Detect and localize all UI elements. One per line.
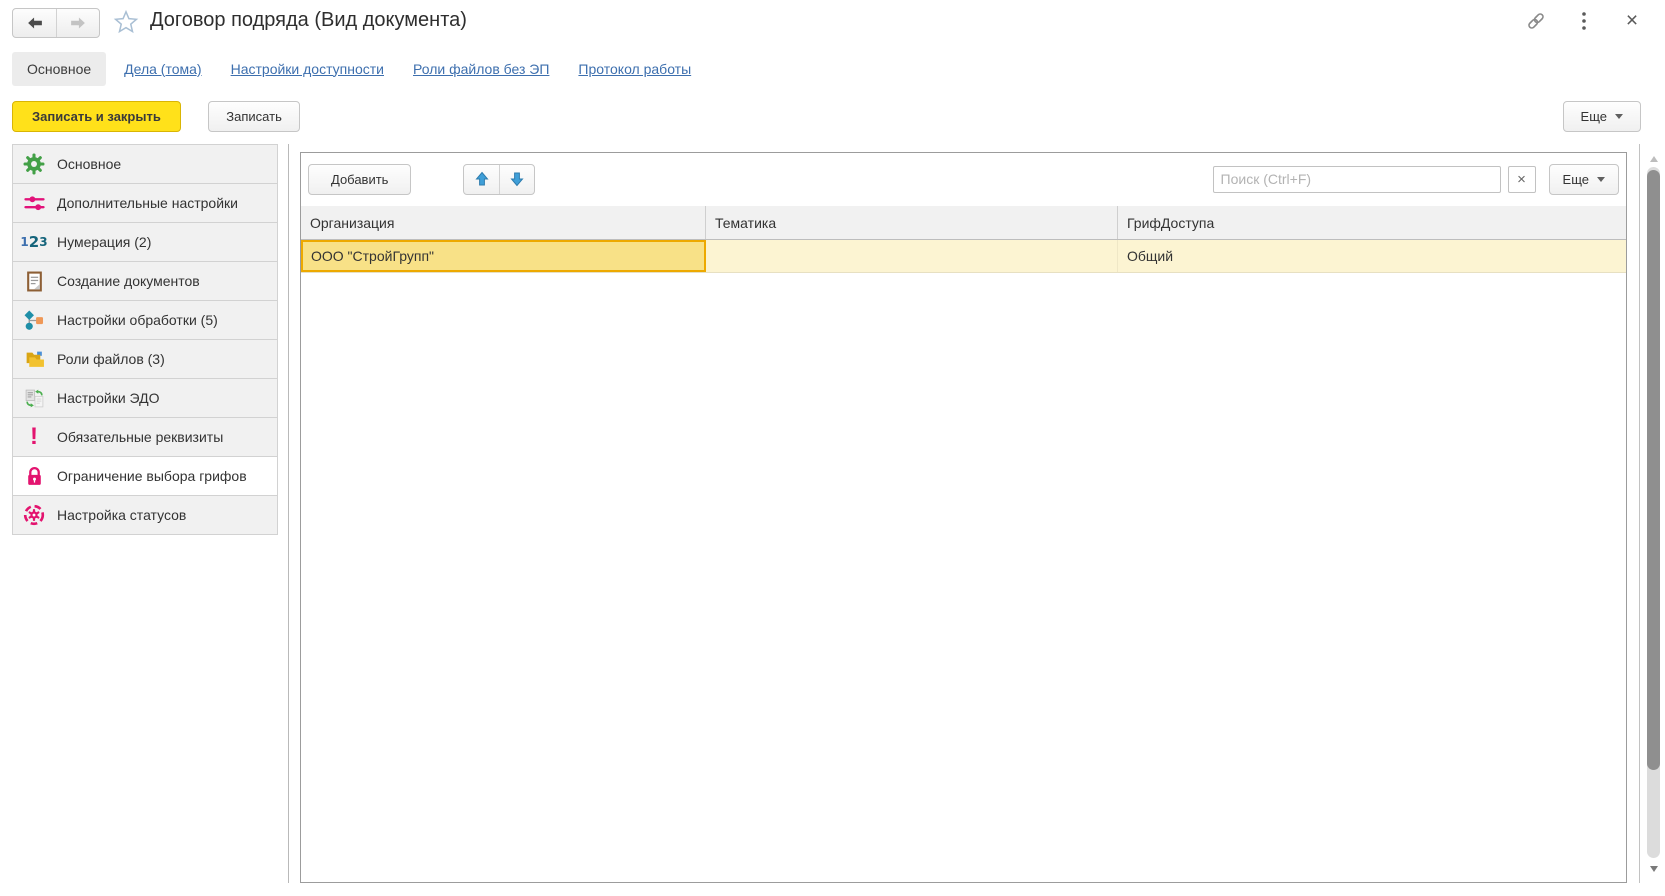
- exclamation-icon: !: [22, 425, 46, 449]
- column-header-organization[interactable]: Организация: [301, 206, 706, 239]
- sidebar-item-label: Настройки ЭДО: [57, 390, 160, 406]
- sidebar-item-label: Дополнительные настройки: [57, 195, 238, 211]
- window-titlebar: Договор подряда (Вид документа) ×: [0, 0, 1665, 46]
- chevron-down-icon: [1615, 114, 1623, 119]
- scrollbar-up-arrow[interactable]: [1650, 156, 1658, 162]
- sidebar-item-label: Нумерация (2): [57, 234, 151, 250]
- sidebar-item-label: Обязательные реквизиты: [57, 429, 223, 445]
- table-toolbar: Добавить × Еще: [301, 153, 1626, 205]
- scrollbar-down-arrow[interactable]: [1650, 866, 1658, 872]
- sidebar-content-divider: [288, 144, 289, 883]
- tab-link-cases[interactable]: Дела (тома): [124, 61, 201, 77]
- folders-icon: [22, 347, 46, 371]
- sidebar-item-label: Создание документов: [57, 273, 200, 289]
- arrow-down-icon: [509, 171, 525, 187]
- sidebar-item-label: Ограничение выбора грифов: [57, 468, 247, 484]
- page-title: Договор подряда (Вид документа): [150, 9, 467, 32]
- sidebar-item-processing-settings[interactable]: Настройки обработки (5): [12, 300, 278, 340]
- back-button[interactable]: [13, 9, 56, 37]
- arrow-up-icon: [474, 171, 490, 187]
- column-header-grif[interactable]: ГрифДоступа: [1118, 206, 1626, 239]
- sidebar-item-required-attributes[interactable]: ! Обязательные реквизиты: [12, 417, 278, 457]
- search-input[interactable]: [1213, 166, 1501, 193]
- kebab-menu-icon[interactable]: [1573, 10, 1595, 32]
- history-nav-group: [12, 8, 100, 38]
- move-down-button[interactable]: [499, 165, 534, 194]
- lock-icon: [22, 464, 46, 488]
- forward-button[interactable]: [56, 9, 99, 37]
- sidebar-item-label: Основное: [57, 156, 121, 172]
- tab-main[interactable]: Основное: [12, 52, 106, 86]
- tab-link-work-protocol[interactable]: Протокол работы: [578, 61, 691, 77]
- sliders-icon: [22, 191, 46, 215]
- form-more-button[interactable]: Еще: [1563, 101, 1641, 132]
- command-bar: Записать и закрыть Записать Еще: [12, 101, 1653, 133]
- table-row[interactable]: ООО "СтройГрупп" Общий: [301, 240, 1626, 273]
- sidebar-item-label: Роли файлов (3): [57, 351, 165, 367]
- sidebar-item-label: Настройка статусов: [57, 507, 186, 523]
- cell-organization-selected[interactable]: ООО "СтройГрупп": [301, 240, 706, 272]
- add-button[interactable]: Добавить: [308, 164, 411, 195]
- status-gear-icon: [22, 503, 46, 527]
- save-button[interactable]: Записать: [208, 101, 300, 132]
- clear-x-icon: ×: [1517, 171, 1526, 188]
- move-row-group: [463, 164, 535, 195]
- search-clear-button[interactable]: ×: [1508, 166, 1536, 193]
- favorite-star-icon[interactable]: [112, 8, 140, 36]
- settings-sidebar: Основное Дополнительные настройки 123 Ну…: [12, 144, 278, 535]
- exchange-docs-icon: [22, 386, 46, 410]
- sidebar-item-edo-settings[interactable]: Настройки ЭДО: [12, 378, 278, 418]
- link-icon[interactable]: [1525, 10, 1547, 32]
- table-more-button[interactable]: Еще: [1549, 164, 1619, 195]
- table-header-row: Организация Тематика ГрифДоступа: [301, 206, 1626, 240]
- sidebar-item-label: Настройки обработки (5): [57, 312, 218, 328]
- forward-arrow-icon: [67, 12, 89, 34]
- sidebar-item-file-roles[interactable]: Роли файлов (3): [12, 339, 278, 379]
- gear-icon: [22, 152, 46, 176]
- save-and-close-button[interactable]: Записать и закрыть: [12, 101, 181, 132]
- close-icon[interactable]: ×: [1621, 10, 1643, 32]
- sidebar-item-main[interactable]: Основное: [12, 144, 278, 184]
- move-up-button[interactable]: [464, 165, 499, 194]
- document-kind-form: Договор подряда (Вид документа) × Основн…: [0, 0, 1665, 896]
- document-icon: [22, 269, 46, 293]
- scrollbar-thumb[interactable]: [1647, 170, 1660, 770]
- sidebar-item-additional-settings[interactable]: Дополнительные настройки: [12, 183, 278, 223]
- cell-theme[interactable]: [706, 240, 1118, 272]
- grif-table: Организация Тематика ГрифДоступа ООО "Ст…: [301, 206, 1626, 273]
- grif-restriction-panel: Добавить × Еще Организация Тематика: [300, 152, 1627, 883]
- sidebar-item-status-settings[interactable]: Настройка статусов: [12, 495, 278, 535]
- back-arrow-icon: [24, 12, 46, 34]
- numbering-123-icon: 123: [22, 230, 46, 254]
- flowchart-icon: [22, 308, 46, 332]
- form-right-border: [1639, 144, 1640, 883]
- sidebar-item-numbering[interactable]: 123 Нумерация (2): [12, 222, 278, 262]
- form-nav-tabs: Основное Дела (тома) Настройки доступнос…: [12, 50, 720, 87]
- sidebar-item-document-creation[interactable]: Создание документов: [12, 261, 278, 301]
- sidebar-item-grif-restriction[interactable]: Ограничение выбора грифов: [12, 456, 278, 496]
- tab-link-availability-settings[interactable]: Настройки доступности: [231, 61, 384, 77]
- chevron-down-icon: [1597, 177, 1605, 182]
- cell-grif[interactable]: Общий: [1118, 240, 1626, 272]
- column-header-theme[interactable]: Тематика: [706, 206, 1118, 239]
- tab-link-file-roles-no-signature[interactable]: Роли файлов без ЭП: [413, 61, 549, 77]
